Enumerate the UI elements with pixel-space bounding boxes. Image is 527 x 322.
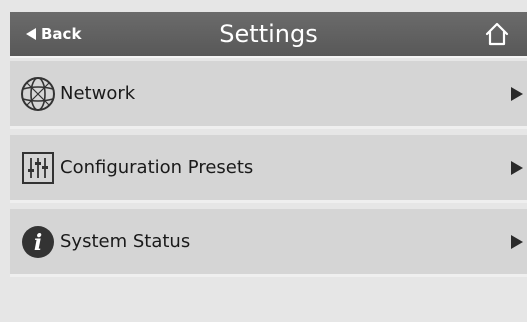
menu-item-network[interactable]: Network: [10, 61, 527, 129]
chevron-right-icon: [511, 234, 523, 249]
svg-text:i: i: [34, 230, 42, 256]
title-bar: Back Settings: [10, 12, 527, 56]
globe-icon: [18, 74, 58, 114]
menu-item-label: Configuration Presets: [60, 157, 254, 178]
menu-item-system-status[interactable]: i System Status: [10, 209, 527, 277]
header-divider: [10, 56, 527, 58]
back-button-label: Back: [41, 25, 82, 43]
info-icon: i: [18, 222, 58, 262]
home-icon: [485, 22, 509, 46]
chevron-right-icon: [511, 160, 523, 175]
sliders-icon: [18, 148, 58, 188]
chevron-right-icon: [511, 86, 523, 101]
menu-item-label: Network: [60, 83, 136, 104]
menu-item-configuration-presets[interactable]: Configuration Presets: [10, 135, 527, 203]
menu-item-label: System Status: [60, 231, 191, 252]
back-arrow-icon: [26, 28, 36, 40]
home-button[interactable]: [481, 18, 513, 50]
back-button[interactable]: Back: [10, 12, 110, 56]
